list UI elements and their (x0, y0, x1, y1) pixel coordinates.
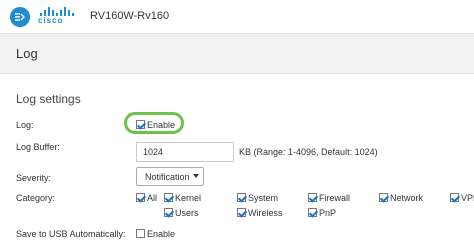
log-enable-label: Enable (147, 120, 176, 130)
category-vpn-checkbox[interactable]: VPN (450, 193, 474, 203)
checkbox-checked-icon (164, 208, 173, 217)
category-users-checkbox[interactable]: Users (164, 208, 199, 218)
section-title: Log settings (16, 92, 81, 106)
cisco-logo: cisco (38, 6, 78, 28)
page-title: Log (16, 46, 38, 61)
usb-enable-checkbox[interactable]: Enable (136, 229, 175, 239)
checkbox-checked-icon (136, 193, 145, 202)
checkbox-checked-icon (136, 120, 145, 129)
category-network-checkbox[interactable]: Network (379, 193, 423, 203)
category-firewall-checkbox[interactable]: Firewall (308, 193, 350, 203)
menu-toggle-button[interactable] (10, 7, 30, 27)
usb-label: Save to USB Automatically: (16, 229, 126, 239)
severity-select[interactable]: Notification (136, 167, 204, 186)
checkbox-checked-icon (450, 193, 459, 202)
checkbox-checked-icon (379, 193, 388, 202)
checkbox-checked-icon (237, 193, 246, 202)
checkbox-checked-icon (237, 208, 246, 217)
checkbox-checked-icon (308, 193, 317, 202)
severity-selected-value: Notification (145, 172, 190, 182)
page-header: Log (0, 34, 474, 74)
usb-enable-label: Enable (147, 229, 176, 239)
log-enable-checkbox[interactable]: Enable (136, 120, 175, 130)
category-item-label: All (147, 193, 158, 203)
category-item-label: Users (175, 208, 199, 218)
checkbox-checked-icon (308, 208, 317, 217)
category-item-label: Wireless (248, 208, 283, 218)
cisco-logo-text: cisco (38, 16, 64, 25)
device-name: RV160W-Rv160 (90, 10, 170, 22)
category-label: Category: (16, 193, 56, 203)
category-item-label: System (248, 193, 279, 203)
log-buffer-input[interactable] (136, 142, 234, 162)
cisco-logo-bars-icon (40, 6, 78, 16)
category-item-label: Firewall (319, 193, 351, 203)
category-pnp-checkbox[interactable]: PnP (308, 208, 336, 218)
top-bar: cisco RV160W-Rv160 (0, 0, 474, 34)
dropdown-arrow-icon (193, 174, 199, 178)
category-item-label: PnP (319, 208, 337, 218)
menu-icon (15, 13, 25, 21)
severity-label: Severity: (16, 173, 52, 183)
category-item-label: VPN (461, 193, 474, 203)
log-buffer-hint: KB (Range: 1-4096, Default: 1024) (239, 147, 378, 157)
category-wireless-checkbox[interactable]: Wireless (237, 208, 283, 218)
checkbox-checked-icon (164, 193, 173, 202)
checkbox-unchecked-icon (136, 229, 145, 238)
category-item-label: Kernel (175, 193, 202, 203)
category-kernel-checkbox[interactable]: Kernel (164, 193, 201, 203)
log-buffer-label: Log Buffer: (16, 142, 60, 152)
category-all-checkbox[interactable]: All (136, 193, 157, 203)
log-label: Log: (16, 120, 34, 130)
category-item-label: Network (390, 193, 424, 203)
category-system-checkbox[interactable]: System (237, 193, 278, 203)
